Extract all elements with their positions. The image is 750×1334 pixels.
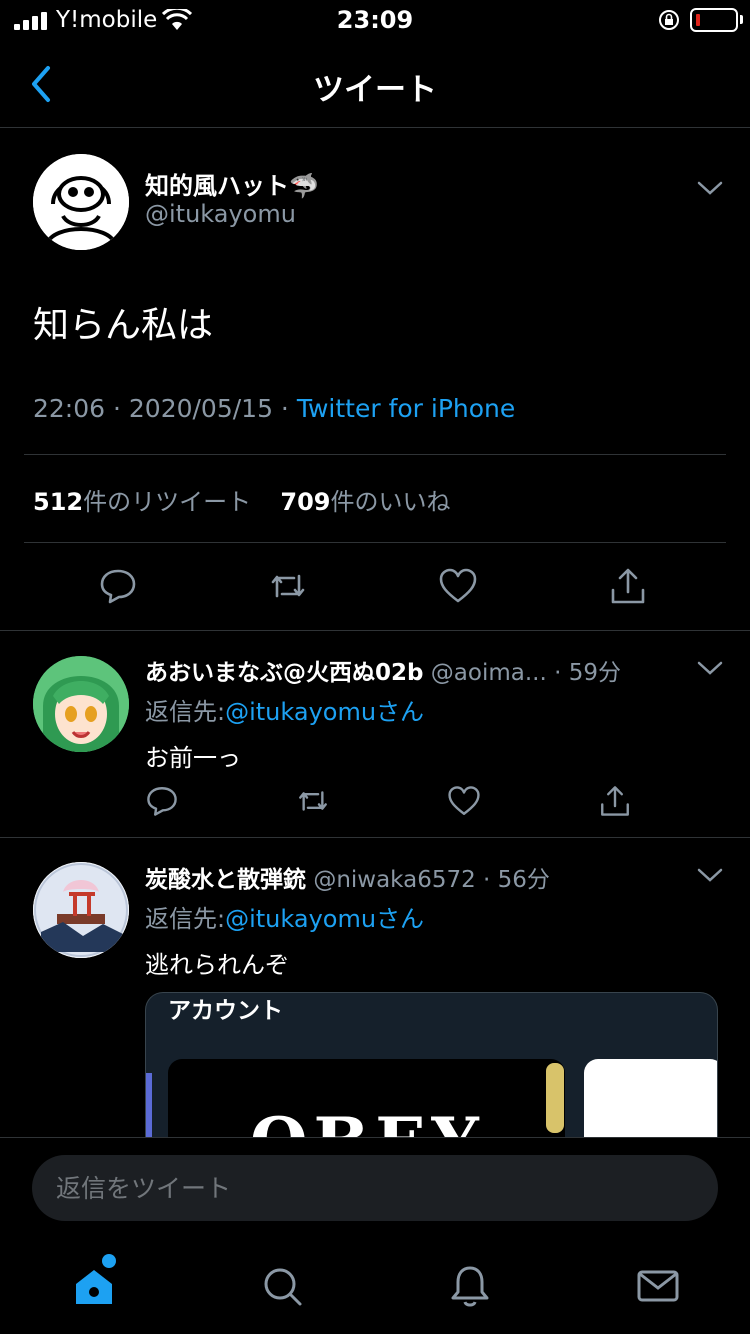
- chevron-down-icon: [697, 868, 723, 882]
- retweets-link[interactable]: 512件のリツイート: [33, 488, 251, 516]
- reply-text: 逃れられんぞ: [145, 951, 289, 979]
- tweet-time: 22:06: [33, 394, 106, 423]
- tweet-meta: 22:06 · 2020/05/15 · Twitter for iPhone: [33, 394, 516, 423]
- status-bar: Y!mobile 23:09: [0, 0, 750, 40]
- reply-author-handle[interactable]: @niwaka6572: [313, 867, 475, 893]
- embed-decoration: [146, 1073, 152, 1138]
- like-label: 件のいいね: [330, 488, 451, 516]
- embed-logo-text: OBEY: [250, 1103, 485, 1138]
- tweet-date: 2020/05/15: [128, 394, 273, 423]
- likes-link[interactable]: 709件のいいね: [280, 488, 450, 516]
- reply-author-name[interactable]: 炭酸水と散弾銃: [145, 867, 306, 893]
- reply-input[interactable]: [32, 1155, 718, 1221]
- tab-search[interactable]: [260, 1264, 304, 1308]
- divider: [0, 630, 750, 631]
- reply-button[interactable]: [98, 566, 138, 606]
- reply-header: 炭酸水と散弾銃 @niwaka6572 · 56分: [145, 860, 685, 894]
- reply-to-line: 返信先:@itukayomuさん: [145, 692, 424, 727]
- new-content-indicator: [102, 1254, 116, 1268]
- battery-level: [696, 14, 700, 26]
- embed-heading: アカウント: [168, 998, 283, 1024]
- search-icon: [264, 1268, 302, 1306]
- share-icon: [601, 786, 629, 816]
- notifications-icon: [451, 1266, 489, 1307]
- author-name[interactable]: 知的風ハット🦈: [145, 166, 319, 201]
- divider: [0, 837, 750, 838]
- messages-icon: [637, 1270, 679, 1302]
- avatar[interactable]: [33, 862, 129, 958]
- avatar[interactable]: [33, 154, 129, 250]
- embed-card: [584, 1059, 717, 1138]
- divider: [24, 542, 726, 543]
- reply-time[interactable]: · 59分: [554, 660, 621, 686]
- tweet-options-button[interactable]: [696, 178, 724, 198]
- top-header: ツイート: [0, 40, 750, 128]
- share-icon: [611, 568, 645, 604]
- reply-author-name[interactable]: あおいまなぶ@火西ぬ02b: [145, 660, 423, 686]
- like-button[interactable]: [447, 784, 481, 818]
- reply-icon: [147, 787, 177, 816]
- tweet-text: 知らん私は: [33, 305, 214, 346]
- page-title: ツイート: [313, 72, 437, 108]
- heart-icon: [448, 786, 480, 815]
- retweet-icon: [271, 574, 305, 598]
- home-icon: [76, 1270, 112, 1304]
- reply-icon: [100, 569, 136, 604]
- reply-to-mention[interactable]: @itukayomuさん: [225, 698, 424, 726]
- reply-header: あおいまなぶ@火西ぬ02b @aoima... · 59分: [145, 653, 685, 687]
- retweet-count: 512: [33, 488, 84, 516]
- reply-options-button[interactable]: [696, 865, 724, 885]
- share-button[interactable]: [598, 784, 632, 818]
- tweet-stats: 512件のリツイート 709件のいいね: [33, 482, 451, 517]
- like-count: 709: [280, 488, 331, 516]
- share-button[interactable]: [608, 566, 648, 606]
- battery-icon: [690, 8, 738, 32]
- avatar[interactable]: [33, 656, 129, 752]
- retweet-button[interactable]: [296, 784, 330, 818]
- tab-home[interactable]: [72, 1264, 116, 1308]
- divider: [24, 454, 726, 455]
- reply-button[interactable]: [145, 784, 179, 818]
- tab-notifications[interactable]: [448, 1264, 492, 1308]
- reply-time[interactable]: · 56分: [483, 867, 550, 893]
- heart-icon: [439, 568, 477, 603]
- reply-to-line: 返信先:@itukayomuさん: [145, 899, 424, 934]
- author-handle[interactable]: @itukayomu: [145, 200, 296, 228]
- chevron-down-icon: [697, 661, 723, 675]
- reply-to-label: 返信先:: [145, 698, 226, 726]
- retweet-label: 件のリツイート: [83, 488, 252, 516]
- embed-card: OBEY: [168, 1059, 565, 1138]
- reply-to-label: 返信先:: [145, 905, 226, 933]
- retweet-button[interactable]: [268, 566, 308, 606]
- retweet-icon: [299, 791, 327, 811]
- embed-figure: [546, 1063, 564, 1133]
- reply-options-button[interactable]: [696, 658, 724, 678]
- clock-time: 23:09: [336, 6, 414, 34]
- reply-to-mention[interactable]: @itukayomuさん: [225, 905, 424, 933]
- reply-author-handle[interactable]: @aoima...: [431, 660, 547, 686]
- battery-cap: [740, 15, 743, 24]
- tab-messages[interactable]: [636, 1264, 680, 1308]
- reply-text: お前一っ: [145, 744, 241, 772]
- attached-image[interactable]: アカウント OBEY: [145, 992, 718, 1138]
- rotation-lock-icon: [658, 9, 680, 31]
- tweet-source-link[interactable]: Twitter for iPhone: [297, 394, 515, 423]
- like-button[interactable]: [438, 566, 478, 606]
- chevron-down-icon: [697, 181, 723, 195]
